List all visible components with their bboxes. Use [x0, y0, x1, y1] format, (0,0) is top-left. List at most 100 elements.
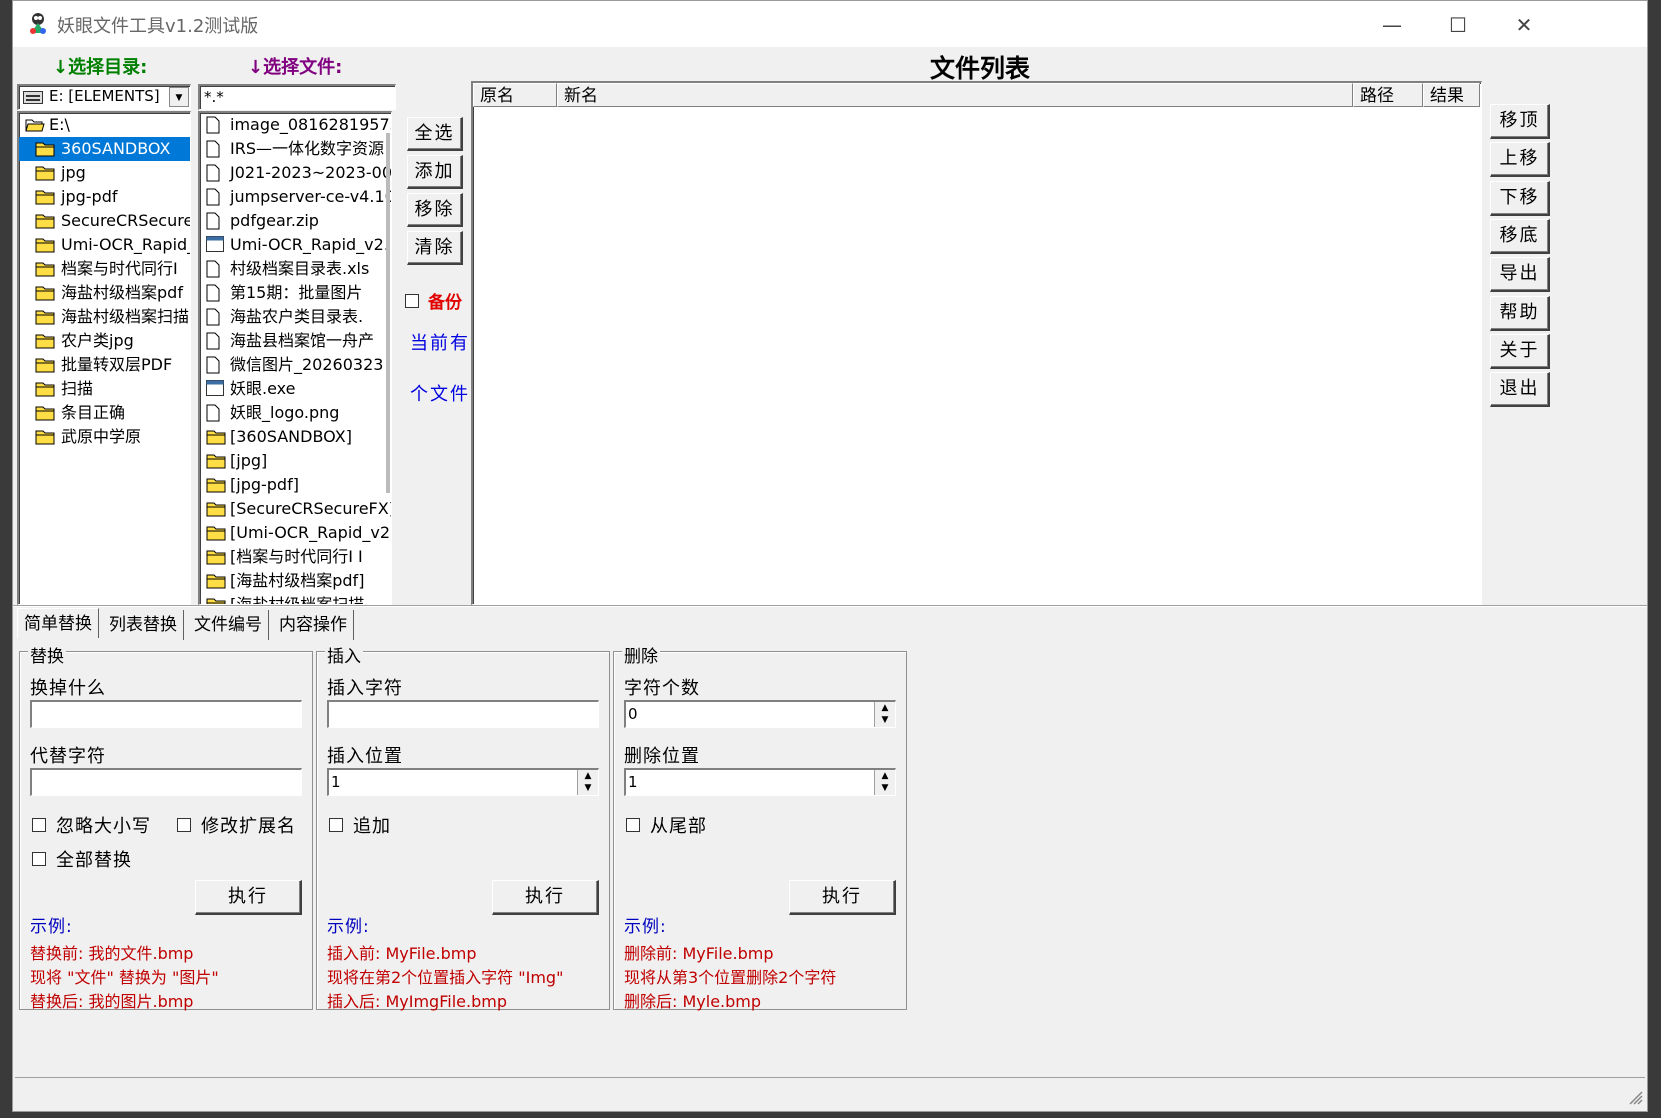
modify-ext-label: 修改扩展名	[201, 816, 296, 837]
from-end-checkbox[interactable]	[626, 818, 640, 832]
directory-item[interactable]: 批量转双层PDF	[19, 353, 190, 377]
document-icon	[206, 188, 220, 206]
file-item[interactable]: pdfgear.zip	[200, 209, 391, 233]
folder-item[interactable]: [jpg-pdf]	[200, 473, 391, 497]
replace-execute-button[interactable]: 执行	[195, 880, 302, 915]
file-item[interactable]: 妖眼_logo.png	[200, 401, 391, 425]
add-button[interactable]: 添加	[407, 155, 463, 189]
file-item-label: 海盐县档案馆一舟产	[230, 331, 375, 350]
status-bar	[15, 1077, 1645, 1107]
folder-item[interactable]: [海盐村级档案pdf]	[200, 569, 391, 593]
file-item[interactable]: IRS—一体化数字资源	[200, 137, 391, 161]
clear-button[interactable]: 清除	[407, 231, 463, 265]
file-list-scrollbar[interactable]	[386, 133, 390, 493]
backup-checkbox[interactable]	[405, 294, 419, 308]
file-listbox[interactable]: image_08162819573 IRS—一体化数字资源 J021-2023~20…	[198, 111, 392, 605]
tree-root[interactable]: E:\	[19, 113, 190, 137]
select-all-button[interactable]: 全选	[407, 117, 463, 151]
move-bottom-button[interactable]: 移底	[1490, 218, 1550, 254]
directory-tree[interactable]: E:\ 360SANDBOX jpg jpg-pdf SecureCRSecureFX…	[17, 111, 191, 605]
folder-item[interactable]: [档案与时代同行I I	[200, 545, 391, 569]
col-header-newname[interactable]: 新名	[557, 83, 1353, 107]
directory-item[interactable]: 海盐村级档案扫描	[19, 305, 190, 329]
tab-content-ops[interactable]: 内容操作	[273, 610, 354, 640]
spinner-arrows-icon[interactable]: ▲ ▼	[874, 702, 895, 727]
directory-item[interactable]: jpg	[19, 161, 190, 185]
file-item[interactable]: J021-2023~2023-000	[200, 161, 391, 185]
directory-item[interactable]: 扫描	[19, 377, 190, 401]
col-header-path[interactable]: 路径	[1353, 83, 1423, 107]
replace-with-input[interactable]	[30, 768, 302, 796]
minimize-button[interactable]: —	[1360, 5, 1424, 45]
dropdown-arrow-icon[interactable]: ▼	[169, 87, 189, 107]
tab-list-replace[interactable]: 列表替换	[103, 610, 184, 640]
folder-item[interactable]: [SecureCRSecureFX]	[200, 497, 391, 521]
replace-group-title: 替换	[28, 642, 66, 667]
document-icon	[206, 356, 220, 374]
help-button[interactable]: 帮助	[1490, 295, 1550, 331]
file-item[interactable]: 妖眼.exe	[200, 377, 391, 401]
directory-item[interactable]: 农户类jpg	[19, 329, 190, 353]
folder-item-label: [Umi-OCR_Rapid_v2.	[230, 523, 391, 542]
directory-item[interactable]: SecureCRSecureFX	[19, 209, 190, 233]
ignore-case-checkbox[interactable]	[32, 818, 46, 832]
replace-what-input[interactable]	[30, 700, 302, 728]
file-table[interactable]: 原名 新名 路径 结果	[471, 81, 1482, 605]
file-item[interactable]: 海盐农户类目录表.	[200, 305, 391, 329]
directory-item[interactable]: 武原中学原	[19, 425, 190, 449]
move-down-button[interactable]: 下移	[1490, 180, 1550, 216]
tab-simple-replace[interactable]: 简单替换	[17, 608, 99, 638]
directory-item[interactable]: Umi-OCR_Rapid_v2	[19, 233, 190, 257]
tab-file-numbering[interactable]: 文件编号	[188, 610, 269, 640]
directory-item[interactable]: 档案与时代同行I	[19, 257, 190, 281]
replace-all-checkbox[interactable]	[32, 852, 46, 866]
modify-ext-checkbox[interactable]	[177, 818, 191, 832]
folder-item-label: [海盐村级档案扫描	[230, 595, 365, 605]
directory-item[interactable]: 海盐村级档案pdf	[19, 281, 190, 305]
close-button[interactable]: ✕	[1492, 5, 1556, 45]
file-item[interactable]: 第15期：批量图片	[200, 281, 391, 305]
count-text-line1: 当前有	[410, 333, 470, 354]
file-filter-input[interactable]: *.*	[198, 84, 396, 110]
maximize-button[interactable]: ☐	[1426, 5, 1490, 45]
remove-button[interactable]: 移除	[407, 193, 463, 227]
col-header-original[interactable]: 原名	[473, 83, 557, 107]
delete-count-spinner[interactable]: 0 ▲ ▼	[624, 700, 896, 728]
append-checkbox[interactable]	[329, 818, 343, 832]
delete-pos-spinner[interactable]: 1 ▲ ▼	[624, 768, 896, 796]
move-up-button[interactable]: 上移	[1490, 142, 1550, 178]
document-icon	[206, 404, 220, 422]
replace-with-label: 代替字符	[30, 746, 106, 767]
about-button[interactable]: 关于	[1490, 333, 1550, 369]
file-item[interactable]: image_08162819573	[200, 113, 391, 137]
file-item[interactable]: 海盐县档案馆一舟产	[200, 329, 391, 353]
file-item[interactable]: 微信图片_20260323	[200, 353, 391, 377]
drive-select[interactable]: E: [ELEMENTS] ▼	[17, 84, 191, 110]
resize-grip-icon[interactable]	[1629, 1091, 1643, 1105]
export-button[interactable]: 导出	[1490, 257, 1550, 293]
folder-item[interactable]: [jpg]	[200, 449, 391, 473]
insert-execute-button[interactable]: 执行	[492, 880, 599, 915]
folder-icon	[35, 334, 55, 349]
directory-item[interactable]: 360SANDBOX	[19, 137, 190, 161]
insert-pos-spinner[interactable]: 1 ▲ ▼	[327, 768, 599, 796]
folder-item[interactable]: [Umi-OCR_Rapid_v2.	[200, 521, 391, 545]
folder-icon	[35, 262, 55, 277]
folder-icon	[35, 406, 55, 421]
directory-item[interactable]: 条目正确	[19, 401, 190, 425]
insert-char-input[interactable]	[327, 700, 599, 728]
folder-item[interactable]: [海盐村级档案扫描	[200, 593, 391, 605]
col-header-result[interactable]: 结果	[1423, 83, 1480, 107]
directory-item-label: 农户类jpg	[61, 331, 134, 350]
spinner-arrows-icon[interactable]: ▲ ▼	[577, 770, 598, 795]
file-item[interactable]: 村级档案目录表.xls	[200, 257, 391, 281]
folder-item[interactable]: [360SANDBOX]	[200, 425, 391, 449]
directory-item[interactable]: jpg-pdf	[19, 185, 190, 209]
delete-execute-button[interactable]: 执行	[789, 880, 896, 915]
file-item[interactable]: Umi-OCR_Rapid_v2.	[200, 233, 391, 257]
move-top-button[interactable]: 移顶	[1490, 104, 1550, 139]
spinner-arrows-icon[interactable]: ▲ ▼	[874, 770, 895, 795]
file-item-label: pdfgear.zip	[230, 211, 319, 230]
exit-button[interactable]: 退出	[1490, 372, 1550, 408]
file-item[interactable]: jumpserver-ce-v4.10.	[200, 185, 391, 209]
